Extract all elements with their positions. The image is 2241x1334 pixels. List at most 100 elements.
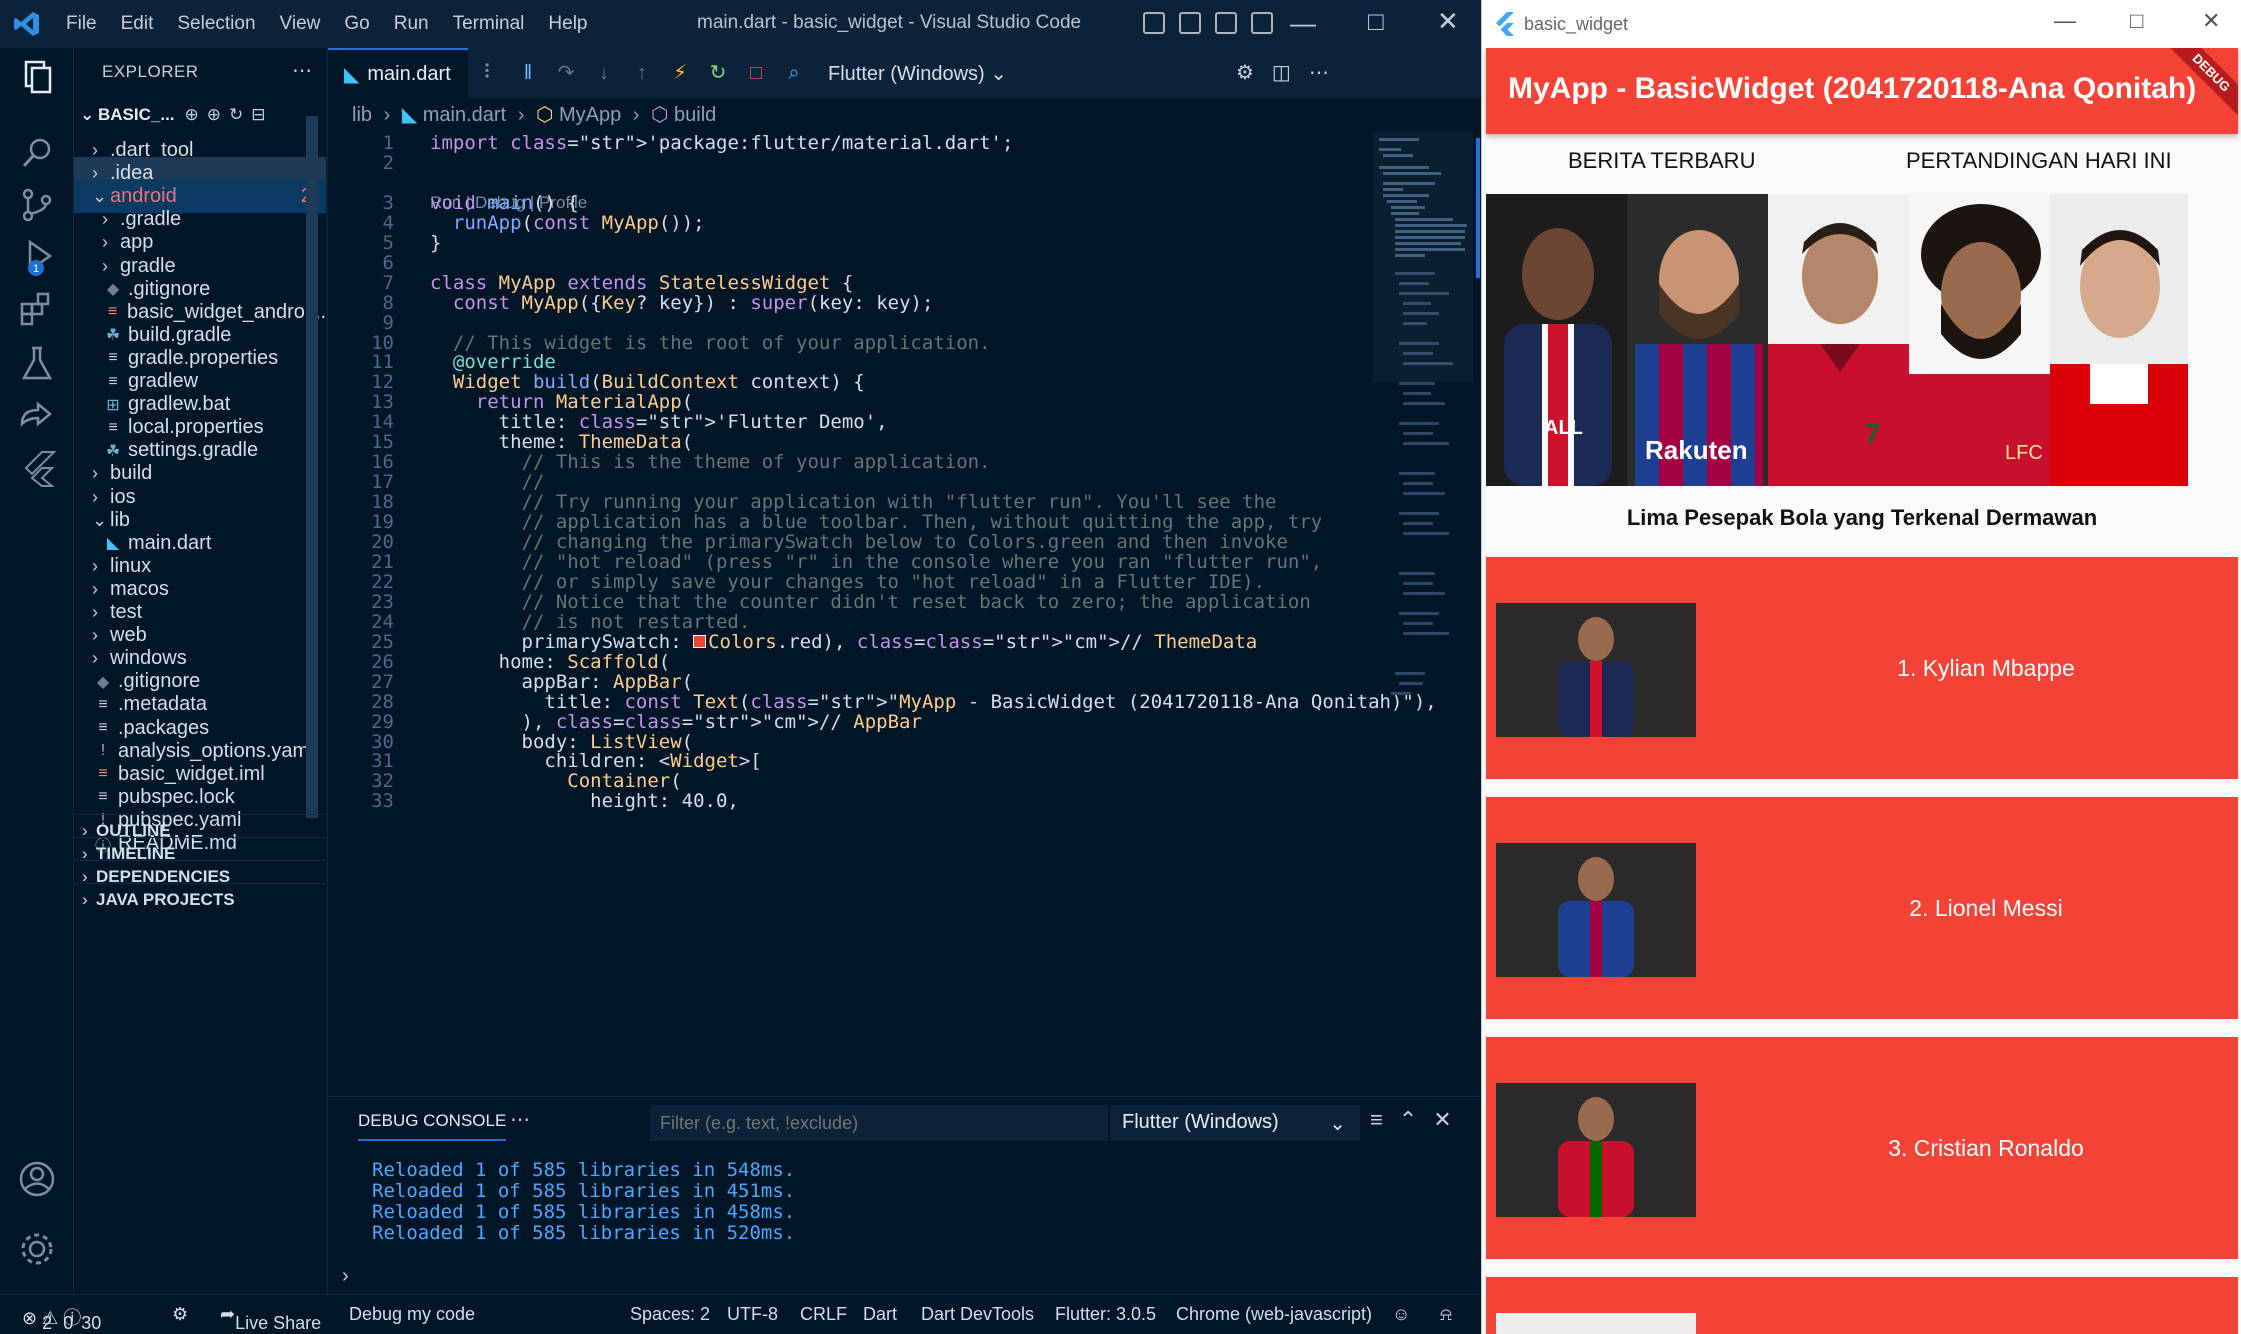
device-status[interactable]: Chrome (web-javascript) xyxy=(1176,1304,1372,1325)
code-line: import class="str">'package:flutter/mate… xyxy=(430,132,1014,154)
toggle-sidebar-icon[interactable] xyxy=(1143,12,1165,34)
panel-actions[interactable]: ≡⌃✕ xyxy=(1370,1107,1468,1133)
problems-status[interactable]: ⊗ 2 ⚠ 0 ⓘ 30 xyxy=(22,1304,101,1333)
line-number: 22 xyxy=(371,570,394,593)
minimap[interactable] xyxy=(1373,132,1473,792)
editor-actions[interactable]: ⚙◫⋯ xyxy=(1236,60,1347,85)
player-card[interactable]: 3. Cristian Ronaldo xyxy=(1486,1037,2238,1259)
explorer-toolbar-icons[interactable]: ⊕⊕↻⊟ xyxy=(185,105,274,125)
live-share-icon[interactable] xyxy=(16,394,58,436)
notifications-bell-icon[interactable]: ⍾ xyxy=(1440,1304,1452,1325)
explorer-icon[interactable] xyxy=(16,56,58,98)
inspect-widget-icon[interactable]: ⌕ xyxy=(782,61,806,85)
menu-go[interactable]: Go xyxy=(332,13,381,35)
section-java-projects[interactable]: › JAVA PROJECTS xyxy=(74,883,326,916)
toggle-secondary-sidebar-icon[interactable] xyxy=(1215,12,1237,34)
live-share-label: Live Share xyxy=(235,1313,322,1333)
tab-main-dart[interactable]: ◣ main.dart xyxy=(328,48,468,98)
code-line: } xyxy=(430,231,442,254)
flutter-version-status[interactable]: Flutter: 3.0.5 xyxy=(1055,1304,1156,1325)
flutter-title-bar: basic_widget — □ ✕ xyxy=(1482,0,2241,48)
menu-edit[interactable]: Edit xyxy=(109,13,166,35)
player-card[interactable] xyxy=(1486,1277,2238,1334)
source-control-icon[interactable] xyxy=(16,184,58,226)
breadcrumb-file[interactable]: main.dart xyxy=(423,104,506,126)
minimize-icon[interactable]: — xyxy=(2054,8,2076,34)
flutter-icon[interactable] xyxy=(16,446,58,488)
panel-more-icon[interactable]: ⋯ xyxy=(510,1107,530,1132)
player-card[interactable]: 1. Kylian Mbappe xyxy=(1486,557,2238,779)
console-prompt-icon[interactable]: › xyxy=(342,1265,349,1288)
search-icon[interactable] xyxy=(16,132,58,174)
toggle-panel-icon[interactable] xyxy=(1179,12,1201,34)
code-line: title: const Text(class="str">"MyApp - B… xyxy=(430,690,1437,713)
close-icon[interactable]: ✕ xyxy=(1437,6,1459,37)
player-thumbnail xyxy=(1496,843,1696,977)
console-line: Reloaded 1 of 585 libraries in 451ms. xyxy=(372,1180,796,1202)
testing-icon[interactable] xyxy=(16,342,58,384)
console-filter-input[interactable] xyxy=(650,1105,1108,1141)
indent-status[interactable]: Spaces: 2 xyxy=(630,1304,710,1325)
section-label: JAVA PROJECTS xyxy=(96,890,235,909)
sidebar-scrollbar[interactable] xyxy=(306,116,318,818)
line-number: 7 xyxy=(382,271,394,294)
more-actions-icon[interactable]: ⋯ xyxy=(292,58,312,83)
code-line: height: 40.0, xyxy=(430,790,739,813)
line-number: 25 xyxy=(371,630,394,653)
code-line: void main() { xyxy=(430,191,579,214)
tab-debug-console[interactable]: DEBUG CONSOLE xyxy=(358,1111,507,1141)
account-icon[interactable] xyxy=(16,1158,58,1200)
device-select[interactable]: Flutter (Windows) ⌄ xyxy=(828,61,1007,86)
menu-selection[interactable]: Selection xyxy=(165,13,267,35)
breadcrumb: lib › ◣ main.dart › ⬡ MyApp › ⬡ build xyxy=(352,102,716,127)
minimize-icon[interactable]: — xyxy=(1290,8,1316,39)
activity-bar: 1 xyxy=(0,48,74,1294)
todays-match-label[interactable]: PERTANDINGAN HARI INI xyxy=(1906,148,2172,174)
console-target-select[interactable]: Flutter (Windows) ⌄ xyxy=(1110,1105,1360,1141)
close-icon[interactable]: ✕ xyxy=(2202,8,2220,34)
drag-handle-icon[interactable]: ⠇ xyxy=(478,61,502,85)
debug-config-status[interactable]: Debug my code xyxy=(349,1304,475,1325)
live-share-status[interactable]: ➦ Live Share xyxy=(220,1304,321,1333)
code-line: runApp(const MyApp()); xyxy=(452,211,705,234)
menu-help[interactable]: Help xyxy=(536,13,599,35)
stop-icon[interactable]: □ xyxy=(744,61,768,85)
hot-reload-icon[interactable]: ⚡ xyxy=(668,61,692,85)
menu-terminal[interactable]: Terminal xyxy=(441,13,537,35)
eol-status[interactable]: CRLF xyxy=(800,1304,847,1325)
code-line: class MyApp extends StatelessWidget { xyxy=(430,271,854,294)
menu-view[interactable]: View xyxy=(268,13,333,35)
devtools-status[interactable]: Dart DevTools xyxy=(921,1304,1034,1325)
restart-icon[interactable]: ↻ xyxy=(706,61,730,85)
code-line: // "hot reload" (press "r" in the consol… xyxy=(430,550,1323,573)
vscode-window: File Edit Selection View Go Run Terminal… xyxy=(0,0,1481,1334)
breadcrumb-method[interactable]: build xyxy=(674,104,716,126)
extensions-icon[interactable] xyxy=(16,288,58,330)
maximize-icon[interactable]: □ xyxy=(2130,8,2143,34)
chevron-right-icon: › xyxy=(517,104,525,126)
menu-file[interactable]: File xyxy=(54,13,109,35)
customize-layout-icon[interactable] xyxy=(1251,12,1273,34)
debug-status-icon[interactable]: ⚙ xyxy=(172,1304,188,1325)
run-debug-icon[interactable]: 1 xyxy=(16,236,58,278)
breadcrumb-lib[interactable]: lib xyxy=(352,104,372,126)
encoding-status[interactable]: UTF-8 xyxy=(727,1304,778,1325)
pause-icon[interactable]: ‖ xyxy=(516,61,540,85)
player-card[interactable]: 2. Lionel Messi xyxy=(1486,797,2238,1019)
workspace-root[interactable]: ⌄ BASIC_... ⊕⊕↻⊟ xyxy=(74,100,326,130)
manage-gear-icon[interactable] xyxy=(16,1228,58,1270)
breadcrumb-class[interactable]: MyApp xyxy=(559,104,621,126)
step-into-icon[interactable]: ↓ xyxy=(592,61,616,85)
line-number: 11 xyxy=(371,351,394,374)
feedback-icon[interactable]: ☺ xyxy=(1392,1304,1410,1325)
menu-run[interactable]: Run xyxy=(382,13,441,35)
code-line: title: class="str">'Flutter Demo', xyxy=(430,411,888,434)
latest-news-label[interactable]: BERITA TERBARU xyxy=(1568,148,1755,174)
maximize-icon[interactable]: □ xyxy=(1368,6,1384,37)
step-over-icon[interactable]: ↷ xyxy=(554,61,578,85)
console-line: Reloaded 1 of 585 libraries in 548ms. xyxy=(372,1159,796,1181)
step-out-icon[interactable]: ↑ xyxy=(630,61,654,85)
code-line: const MyApp({Key? key}) : super(key: key… xyxy=(452,291,934,314)
language-status[interactable]: Dart xyxy=(863,1304,897,1325)
player-name: 2. Lionel Messi xyxy=(1909,895,2063,921)
